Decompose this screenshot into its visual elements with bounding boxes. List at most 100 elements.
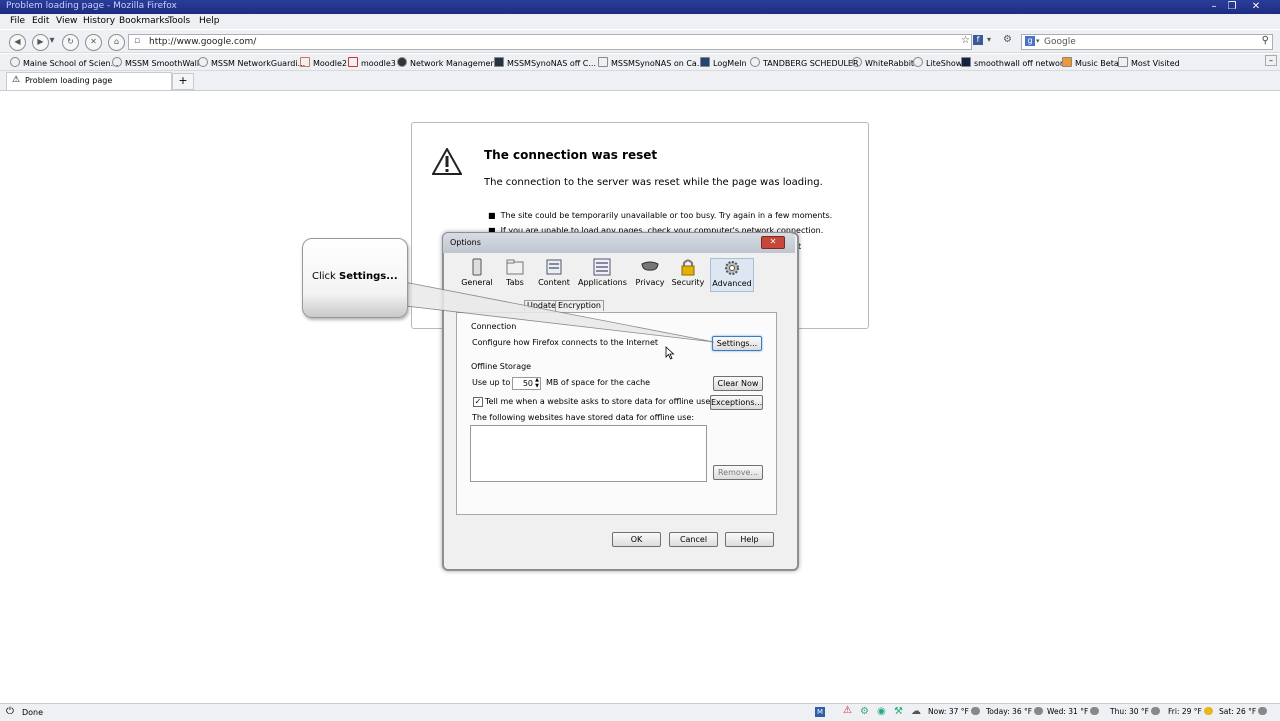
logmein-icon bbox=[700, 57, 710, 67]
warning-icon: ⚠ bbox=[12, 75, 21, 85]
bookmark-globe-icon bbox=[913, 57, 923, 67]
cache-size-stepper[interactable]: 50 ▲ ▼ bbox=[512, 377, 541, 390]
restore-button[interactable]: ❐ bbox=[1223, 0, 1241, 14]
home-icon[interactable]: ⌂ bbox=[108, 34, 125, 51]
history-dropdown-icon[interactable]: ▾ bbox=[48, 33, 56, 48]
menu-tools[interactable]: Tools bbox=[168, 16, 190, 26]
remove-button[interactable]: Remove... bbox=[713, 465, 763, 480]
cache-size-suffix: MB of space for the cache bbox=[546, 378, 651, 387]
cloud-icon bbox=[1258, 707, 1268, 715]
stop-icon[interactable]: ✕ bbox=[85, 34, 102, 51]
weather-today[interactable]: Today: 36 °F bbox=[986, 707, 1044, 716]
cache-size-value: 50 bbox=[522, 379, 533, 388]
folder-icon bbox=[1118, 57, 1128, 67]
status-tool-icon[interactable]: ⚙ bbox=[860, 706, 869, 717]
cloud-icon bbox=[1034, 707, 1044, 715]
bookmark-item[interactable]: MSSM NetworkGuardi... bbox=[198, 57, 305, 68]
music-icon bbox=[1062, 57, 1072, 67]
google-engine-icon[interactable]: g bbox=[1025, 36, 1035, 46]
dialog-close-button[interactable]: ✕ bbox=[761, 236, 785, 249]
menu-history[interactable]: History bbox=[83, 16, 115, 26]
reload-icon[interactable]: ↻ bbox=[62, 34, 79, 51]
bookmark-item[interactable]: moodle3 bbox=[348, 57, 396, 68]
window-title: Problem loading page - Mozilla Firefox bbox=[6, 1, 177, 11]
bookmark-star-icon[interactable]: ☆ bbox=[961, 35, 970, 46]
network-icon bbox=[397, 57, 407, 67]
menu-bar: File Edit View History Bookmarks Tools H… bbox=[0, 14, 1280, 29]
bookmark-globe-icon bbox=[852, 57, 862, 67]
cloud-icon bbox=[970, 707, 980, 715]
url-bar[interactable]: ▫ http://www.google.com/ ☆ bbox=[128, 34, 972, 50]
bookmark-globe-icon bbox=[112, 57, 122, 67]
moodle-icon bbox=[348, 57, 358, 67]
ok-button[interactable]: OK bbox=[612, 532, 661, 547]
offline-websites-list[interactable] bbox=[470, 425, 707, 482]
bookmark-item[interactable]: MSSMSynoNAS on Ca... bbox=[598, 57, 704, 68]
search-box[interactable]: g ▾ Google ⚲ bbox=[1021, 34, 1273, 50]
bookmark-item[interactable]: Music Beta bbox=[1062, 57, 1119, 68]
bookmark-globe-icon bbox=[10, 57, 20, 67]
offline-storage-heading: Offline Storage bbox=[471, 362, 532, 371]
callout-pointer bbox=[403, 281, 715, 343]
weather-wed[interactable]: Wed: 31 °F bbox=[1047, 707, 1100, 716]
bookmark-item[interactable]: LiteShow bbox=[913, 57, 962, 68]
bookmark-item[interactable]: Network Management bbox=[397, 57, 499, 68]
clear-now-button[interactable]: Clear Now bbox=[713, 376, 763, 391]
bookmark-item[interactable]: Moodle2 bbox=[300, 57, 347, 68]
bookmark-item[interactable]: TANDBERG SCHEDULER bbox=[750, 57, 859, 68]
status-addon-icon[interactable]: M bbox=[815, 707, 825, 717]
bookmarks-toolbar: Maine School of Scien... MSSM SmoothWall… bbox=[0, 54, 1280, 71]
close-window-button[interactable]: ✕ bbox=[1247, 0, 1265, 14]
tab-problem-loading[interactable]: ⚠ Problem loading page bbox=[6, 72, 172, 90]
advanced-gear-icon bbox=[725, 261, 739, 275]
status-warning-icon[interactable]: ⚠ bbox=[843, 705, 852, 716]
menu-view[interactable]: View bbox=[56, 16, 77, 26]
bookmark-item[interactable]: MSSMSynoNAS off C... bbox=[494, 57, 596, 68]
menu-edit[interactable]: Edit bbox=[32, 16, 49, 26]
offline-warning-label: Tell me when a website asks to store dat… bbox=[485, 397, 711, 406]
engine-dropdown-icon[interactable]: ▾ bbox=[1036, 37, 1040, 45]
bookmark-item[interactable]: LogMeIn bbox=[700, 57, 747, 68]
bookmark-globe-icon bbox=[198, 57, 208, 67]
tab-label: Problem loading page bbox=[25, 76, 113, 85]
weather-thu[interactable]: Thu: 30 °F bbox=[1110, 707, 1160, 716]
dialog-title-bar[interactable]: Options bbox=[443, 233, 795, 253]
help-button[interactable]: Help bbox=[725, 532, 774, 547]
weather-fri[interactable]: Fri: 29 °F bbox=[1168, 707, 1213, 716]
bookmark-item[interactable]: WhiteRabbit bbox=[852, 57, 914, 68]
feed-icon[interactable]: f bbox=[973, 35, 983, 45]
bookmark-item[interactable]: smoothwall off network bbox=[961, 57, 1068, 68]
bookmark-globe-icon bbox=[750, 57, 760, 67]
back-icon[interactable]: ◀ bbox=[9, 34, 26, 51]
bookmark-item[interactable]: Maine School of Scien... bbox=[10, 57, 118, 68]
bookmark-item[interactable]: MSSM SmoothWall bbox=[112, 57, 199, 68]
exceptions-button[interactable]: Exceptions... bbox=[710, 395, 763, 410]
addon-icon[interactable]: ⚙ bbox=[1003, 34, 1012, 45]
offline-warning-checkbox[interactable]: ✓ bbox=[473, 397, 483, 407]
new-tab-button[interactable]: + bbox=[172, 73, 194, 90]
feed-dropdown-icon[interactable]: ▾ bbox=[987, 35, 991, 44]
callout-text: Click Settings... bbox=[312, 271, 398, 282]
search-icon[interactable]: ⚲ bbox=[1262, 35, 1269, 46]
weather-sat[interactable]: Sat: 26 °F bbox=[1219, 707, 1268, 716]
weather-now[interactable]: Now: 37 °F bbox=[928, 707, 980, 716]
cancel-button[interactable]: Cancel bbox=[669, 532, 718, 547]
status-weather-icon[interactable]: ☁ bbox=[911, 706, 921, 717]
window-title-bar[interactable]: Problem loading page - Mozilla Firefox –… bbox=[0, 0, 1280, 14]
menu-file[interactable]: File bbox=[10, 16, 25, 26]
stored-websites-label: The following websites have stored data … bbox=[472, 413, 695, 422]
stepper-arrows-icon[interactable]: ▲ ▼ bbox=[535, 377, 539, 389]
bookmark-item[interactable]: Most Visited bbox=[1118, 57, 1180, 68]
status-globe-icon[interactable]: ◉ bbox=[877, 706, 886, 717]
status-key-icon[interactable]: ⚒ bbox=[894, 706, 903, 717]
bookmarks-overflow-icon[interactable]: – bbox=[1265, 55, 1277, 66]
menu-help[interactable]: Help bbox=[199, 16, 220, 26]
minimize-button[interactable]: – bbox=[1205, 0, 1223, 14]
error-description: The connection to the server was reset w… bbox=[484, 177, 823, 188]
menu-bookmarks[interactable]: Bookmarks bbox=[119, 16, 169, 26]
error-bullet: ■ The site could be temporarily unavaila… bbox=[488, 211, 833, 220]
cloud-icon bbox=[1151, 707, 1160, 715]
forward-icon[interactable]: ▶ bbox=[32, 34, 49, 51]
page-icon: ▫ bbox=[134, 36, 141, 46]
mouse-cursor-icon bbox=[665, 346, 675, 360]
